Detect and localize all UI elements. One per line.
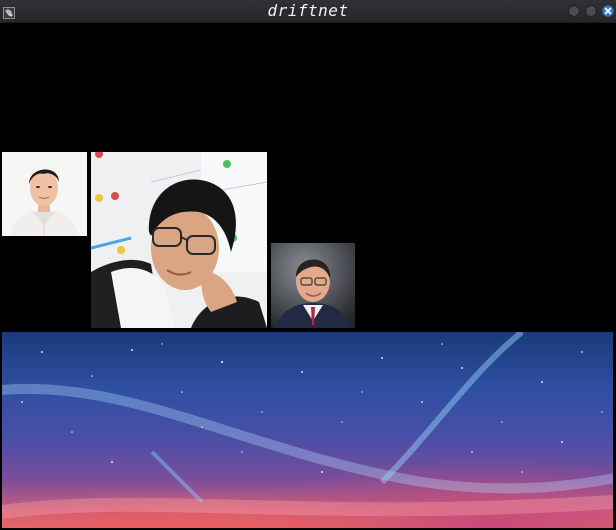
title-bar[interactable]: driftnet xyxy=(0,0,616,23)
captured-image-portrait-2[interactable] xyxy=(91,152,267,328)
image-canvas xyxy=(0,23,616,530)
close-icon[interactable] xyxy=(602,5,614,17)
maximize-icon[interactable] xyxy=(585,5,597,17)
minimize-icon[interactable] xyxy=(568,5,580,17)
captured-image-sky-banner[interactable] xyxy=(2,332,613,528)
captured-image-portrait-3[interactable] xyxy=(271,243,355,328)
window-title: driftnet xyxy=(267,1,349,20)
captured-image-portrait-1[interactable] xyxy=(2,152,87,236)
